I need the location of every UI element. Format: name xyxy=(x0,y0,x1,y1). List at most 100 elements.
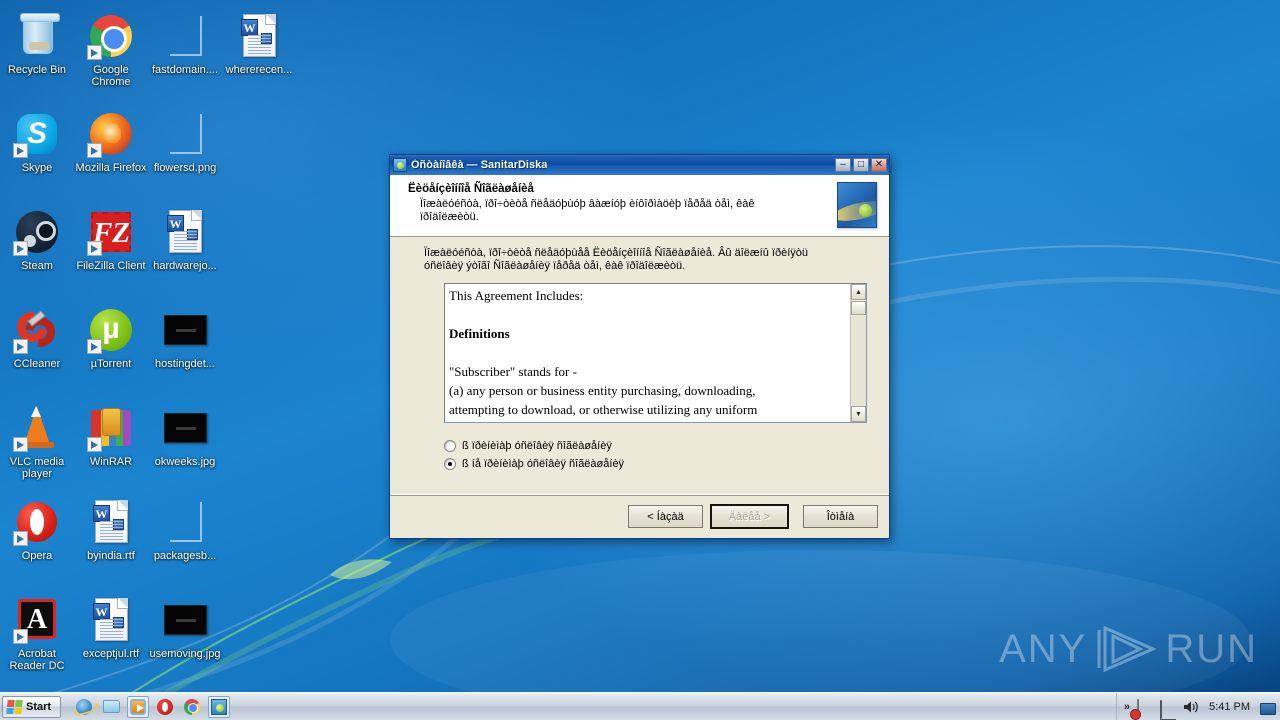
desktop-icon-label: Google Chrome xyxy=(91,64,131,88)
desktop-icon-whererecen[interactable]: W whererecen... xyxy=(222,12,296,76)
skype-icon: S xyxy=(13,110,61,158)
desktop-icon-skype[interactable]: S Skype xyxy=(0,110,74,174)
cancel-button[interactable]: Îòìåíà xyxy=(803,505,878,528)
scrollbar-thumb[interactable] xyxy=(851,301,866,315)
back-button[interactable]: < Íàçàä xyxy=(628,505,703,528)
word-document-icon: W xyxy=(87,596,135,644)
internet-explorer-icon xyxy=(76,698,93,715)
start-button[interactable]: Start xyxy=(2,695,62,718)
license-agreement-box[interactable]: This Agreement Includes: Definitions "Su… xyxy=(444,283,867,423)
taskbar-internet-explorer-button[interactable] xyxy=(73,696,95,718)
installer-header-texts: Ëèöåíçèîííîå Ñîãëàøåíèå Ïîæàëóéñòà, ïðî÷… xyxy=(408,183,837,224)
black-image-icon xyxy=(161,596,209,644)
desktop-icon-winrar[interactable]: WinRAR xyxy=(74,404,148,468)
license-line: "Subscriber" stands for - xyxy=(449,364,577,379)
volume-speaker-icon[interactable] xyxy=(1183,700,1199,716)
desktop-icon-label: Acrobat Reader DC xyxy=(9,648,65,672)
taskbar-windows-media-player-button[interactable] xyxy=(127,695,150,718)
radio-button-icon[interactable] xyxy=(444,458,456,470)
ccleaner-icon xyxy=(11,306,61,354)
taskbar-google-chrome-button[interactable] xyxy=(181,696,203,718)
desktop-icon-mozilla-firefox[interactable]: Mozilla Firefox xyxy=(74,110,148,174)
desktop-icon-recycle-bin[interactable]: Recycle Bin xyxy=(0,12,74,76)
desktop-icon-byindia[interactable]: W byindia.rtf xyxy=(74,498,148,562)
show-desktop-button[interactable] xyxy=(1260,702,1276,715)
desktop-icon-opera[interactable]: Opera xyxy=(0,498,74,562)
vlc-media-player-icon xyxy=(13,404,61,452)
desktop-icon-ccleaner[interactable]: CCleaner xyxy=(0,306,74,370)
scroll-down-arrow-icon[interactable]: ▼ xyxy=(851,406,866,422)
desktop-icon-label: hardwarejo... xyxy=(153,260,217,272)
installer-intro-line1: Ïîæàëóéñòà, ïðî÷òèòå ñëåäóþùåå Ëèöåíçèîí… xyxy=(424,247,808,259)
desktop-icon-flowersd[interactable]: flowersd.png xyxy=(148,110,222,174)
shortcut-overlay-icon xyxy=(13,339,28,354)
windows-media-player-icon xyxy=(130,698,147,715)
close-button[interactable]: ✕ xyxy=(871,158,887,172)
desktop-icon-acrobat-reader-dc[interactable]: A Acrobat Reader DC xyxy=(0,596,74,672)
show-hidden-icons-icon[interactable]: » xyxy=(1124,701,1130,713)
windows-explorer-icon xyxy=(102,700,120,713)
desktop-icon-label: hostingdet... xyxy=(155,358,215,370)
license-agreement-text: This Agreement Includes: Definitions "Su… xyxy=(445,284,850,422)
desktop-icon-exceptjul[interactable]: W exceptjul.rtf xyxy=(74,596,148,660)
desktop-icon-hardwarejo[interactable]: W hardwarejo... xyxy=(148,208,222,272)
next-button[interactable]: Äàëåå > xyxy=(710,504,789,529)
word-document-icon: W xyxy=(87,498,135,546)
desktop-icon-label: Steam xyxy=(21,260,53,272)
network-icon[interactable] xyxy=(1160,699,1176,719)
taskbar-clock[interactable]: 5:41 PM xyxy=(1206,701,1253,713)
acrobat-reader-icon: A xyxy=(13,596,61,644)
system-tray: » 5:41 PM xyxy=(1115,692,1280,720)
radio-button-icon[interactable] xyxy=(444,440,456,452)
taskbar-windows-explorer-button[interactable] xyxy=(100,696,122,718)
shortcut-overlay-icon xyxy=(87,143,102,158)
installer-titlebar[interactable]: Óñòàíîâêà — SanitarDiska – □ ✕ xyxy=(390,155,889,175)
maximize-button[interactable]: □ xyxy=(853,158,869,172)
anyrun-watermark: ANY RUN xyxy=(999,624,1258,674)
scroll-up-arrow-icon[interactable]: ▲ xyxy=(851,284,866,300)
opera-icon xyxy=(157,698,174,715)
watermark-text-right: RUN xyxy=(1165,626,1258,671)
desktop-icon-label: CCleaner xyxy=(13,358,61,370)
shortcut-overlay-icon xyxy=(87,45,102,60)
desktop-icon-label: usemoving.jpg xyxy=(149,648,221,660)
mozilla-firefox-icon xyxy=(87,110,135,158)
desktop-icon-okweeks[interactable]: okweeks.jpg xyxy=(148,404,222,468)
desktop-icon-hostingdet[interactable]: hostingdet... xyxy=(148,306,222,370)
taskbar-installer-button[interactable] xyxy=(208,695,231,718)
desktop-background[interactable]: Recycle Bin Google Chrome fastdomain....… xyxy=(0,0,1280,720)
license-line: (a) any person or business entity purcha… xyxy=(449,383,756,398)
quick-launch-bar xyxy=(73,695,231,718)
scrollbar-track[interactable] xyxy=(851,316,866,406)
shortcut-overlay-icon xyxy=(87,339,102,354)
shortcut-overlay-icon xyxy=(13,241,28,256)
desktop-icon-label: fastdomain.... xyxy=(151,64,219,76)
minimize-button[interactable]: – xyxy=(835,158,851,172)
desktop-icon-label: flowersd.png xyxy=(153,162,217,174)
desktop-icon-steam[interactable]: Steam xyxy=(0,208,74,272)
installer-step-subtitle-line2: ïðîäîëæèòü. xyxy=(420,211,479,223)
taskbar-opera-button[interactable] xyxy=(154,696,176,718)
installer-intro-text: Ïîæàëóéñòà, ïðî÷òèòå ñëåäóþùåå Ëèöåíçèîí… xyxy=(402,247,877,273)
desktop-icon-fastdomain[interactable]: fastdomain.... xyxy=(148,12,222,76)
desktop-icon-filezilla-client[interactable]: FZ FileZilla Client xyxy=(74,208,148,272)
desktop-icon-vlc-media-player[interactable]: VLC media player xyxy=(0,404,74,480)
radio-accept-license[interactable]: ß ïðèíèìàþ óñëîâèÿ ñîãëàøåíèÿ xyxy=(444,437,877,455)
license-line: Definitions xyxy=(449,326,510,341)
google-chrome-icon xyxy=(87,12,135,60)
filezilla-icon: FZ xyxy=(87,208,135,256)
desktop-icon-usemoving[interactable]: usemoving.jpg xyxy=(148,596,222,660)
opera-icon xyxy=(13,498,61,546)
taskbar[interactable]: Start » 5:41 PM xyxy=(0,692,1280,720)
desktop-icon-packagesb[interactable]: packagesb... xyxy=(148,498,222,562)
desktop-icon-label: Skype xyxy=(21,162,53,174)
license-scrollbar[interactable]: ▲ ▼ xyxy=(850,284,866,422)
installer-window[interactable]: Óñòàíîâêà — SanitarDiska – □ ✕ Ëèöåíçèîí… xyxy=(389,154,890,539)
word-document-icon: W xyxy=(235,12,283,60)
shortcut-overlay-icon xyxy=(13,143,28,158)
radio-decline-license[interactable]: ß íå ïðèíèìàþ óñëîâèÿ ñîãëàøåíèÿ xyxy=(444,455,877,473)
winrar-icon xyxy=(87,404,135,452)
action-center-flag-icon[interactable] xyxy=(1137,698,1153,718)
desktop-icon-google-chrome[interactable]: Google Chrome xyxy=(74,12,148,88)
desktop-icon-utorrent[interactable]: µ µTorrent xyxy=(74,306,148,370)
